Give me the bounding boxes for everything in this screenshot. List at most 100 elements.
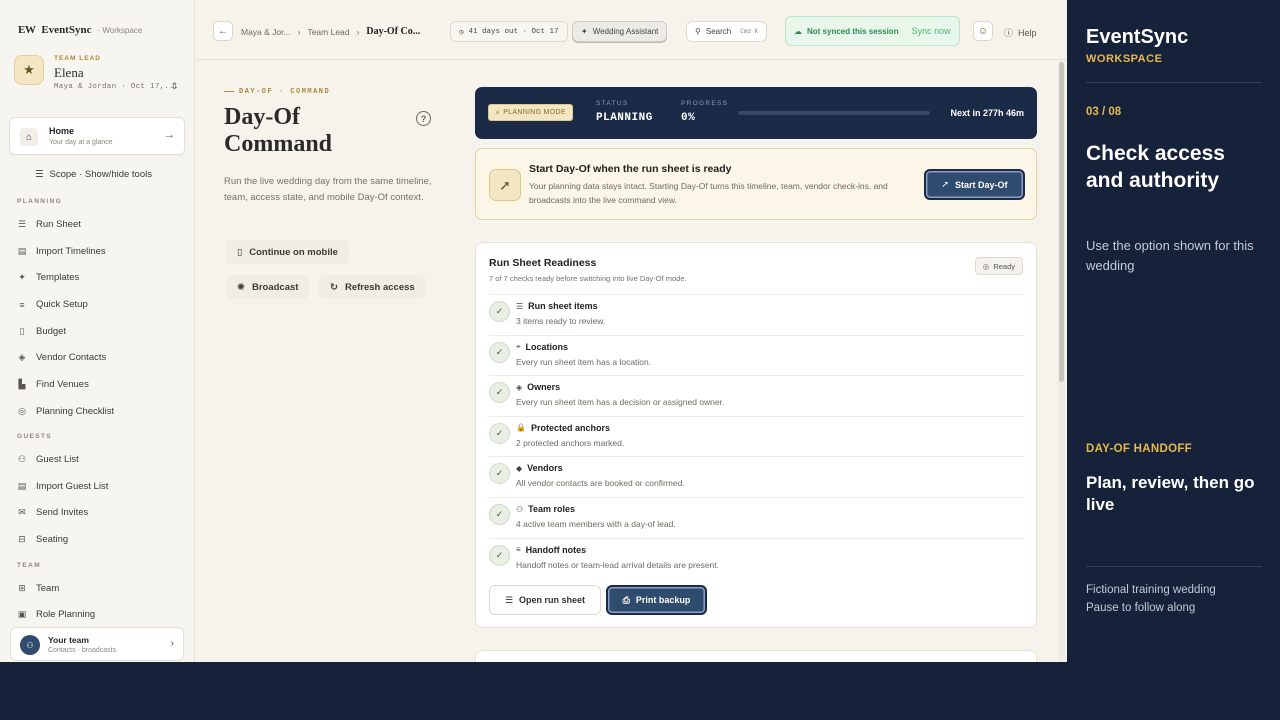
user-role: TEAM LEAD	[54, 55, 101, 62]
sidebar-item-budget[interactable]: ▯ Budget	[17, 326, 67, 337]
question-icon[interactable]: ?	[416, 111, 431, 126]
breadcrumb-team-lead[interactable]: Team Lead	[307, 27, 349, 37]
check-title: ☰ Run sheet items	[516, 301, 598, 311]
status-value: PLANNING	[596, 112, 653, 124]
nav-label: Quick Setup	[36, 299, 88, 310]
scrollbar-thumb[interactable]	[1059, 62, 1064, 382]
brand-name: EventSync	[41, 24, 92, 36]
shield-icon: ◆	[516, 463, 523, 473]
panel-divider	[1086, 82, 1262, 83]
sync-status: Not synced this session	[807, 26, 899, 36]
open-run-sheet-label: Open run sheet	[519, 595, 586, 605]
progress-label: PROGRESS	[681, 100, 729, 107]
list-icon: ☰	[17, 219, 27, 229]
help-icon: ⓘ	[1004, 28, 1014, 38]
wedding-label: Maya & Jordan · Oct 17,...	[54, 83, 179, 91]
breadcrumb-wedding[interactable]: Maya & Jor...	[241, 27, 291, 37]
users-icon: ⚇	[516, 504, 524, 514]
sidebar-item-templates[interactable]: ✦ Templates	[17, 272, 79, 283]
sidebar-item-team[interactable]: ⊞ Team	[17, 583, 59, 594]
countdown-chip: ◷ 41 days out · Oct 17	[450, 21, 568, 42]
section-label-team: TEAM	[17, 562, 42, 569]
help-button[interactable]: ⓘ Help	[1004, 26, 1037, 39]
nav-label: Import Guest List	[36, 481, 109, 492]
continue-on-mobile-button[interactable]: ▯ Continue on mobile	[226, 240, 349, 264]
section-label-planning: PLANNING	[17, 198, 63, 205]
sparkle-icon: ✦	[581, 27, 588, 36]
progress-bar	[738, 111, 930, 115]
tutorial-panel: EventSync WORKSPACE 03 / 08 Check access…	[1067, 0, 1280, 720]
check-description: Handoff notes or team-lead arrival detai…	[516, 559, 720, 570]
sidebar-item-find-venues[interactable]: ▙ Find Venues	[17, 379, 89, 390]
nav-label: Run Sheet	[36, 219, 81, 230]
check-icon: ✓	[489, 382, 510, 404]
nav-label: Budget	[36, 326, 67, 337]
breadcrumb-separator: ›	[297, 26, 301, 37]
start-button-label: Start Day-Of	[955, 179, 1008, 190]
nav-label: Templates	[36, 272, 80, 283]
nav-label: Guest List	[36, 454, 79, 465]
wedding-assistant-button[interactable]: ✦ Wedding Assistant	[572, 21, 668, 42]
team-card-subtitle: Contacts · broadcasts	[48, 647, 117, 654]
refresh-access-button[interactable]: ↻ Refresh access	[319, 275, 426, 299]
sidebar-item-import-guest-list[interactable]: ▤ Import Guest List	[17, 481, 109, 492]
print-backup-button[interactable]: ⎙ Print backup	[606, 585, 707, 615]
list-icon: ☰	[516, 301, 524, 311]
panel-title: EventSync	[1086, 26, 1189, 48]
sidebar-item-role-planning[interactable]: ▣ Role Planning	[17, 609, 95, 620]
top-bar: ← Maya & Jor... › Team Lead › Day-Of Co.…	[196, 0, 1067, 60]
swap-icon[interactable]: ⇕	[170, 81, 178, 92]
check-circle-icon: ◎	[982, 261, 990, 271]
back-button[interactable]: ←	[213, 21, 233, 41]
search-button[interactable]: ⚲ Search Cmd K	[686, 21, 768, 42]
check-title: ◆ Vendors	[516, 463, 563, 473]
sidebar-item-vendor-contacts[interactable]: ◈ Vendor Contacts	[17, 352, 107, 363]
sidebar: EW EventSync · Workspace ★ TEAM LEAD Ele…	[0, 0, 195, 662]
building-icon: ▙	[18, 379, 26, 389]
scope-toggle[interactable]: ☰ Scope · Show/hide tools	[35, 169, 152, 180]
refresh-label: Refresh access	[344, 281, 415, 293]
bottom-band	[0, 662, 1067, 720]
nav-label: Send Invites	[36, 507, 89, 518]
check-circle-icon: ◎	[18, 406, 26, 416]
breadcrumb: Maya & Jor... › Team Lead › Day-Of Co...	[241, 26, 420, 37]
sidebar-item-planning-checklist[interactable]: ◎ Planning Checklist	[17, 406, 114, 417]
check-icon: ✓	[489, 422, 510, 444]
sidebar-item-import-timelines[interactable]: ▤ Import Timelines	[17, 246, 106, 257]
start-day-of-button[interactable]: ➚ Start Day-Of	[924, 169, 1025, 200]
check-description: Every run sheet item has a decision or a…	[516, 397, 725, 408]
sidebar-item-send-invites[interactable]: ✉ Send Invites	[17, 507, 88, 518]
sync-now-button[interactable]: Sync now	[912, 26, 951, 36]
phone-icon: ▯	[237, 246, 243, 258]
next-card-peek	[475, 650, 1037, 662]
nav-label: Import Timelines	[36, 246, 106, 257]
list-icon: ☰	[504, 594, 514, 605]
badge-check-icon: ◈	[516, 382, 523, 392]
check-icon: ✓	[489, 341, 510, 363]
nav-label: Planning Checklist	[36, 406, 115, 417]
page-eyebrow: DAY-OF · COMMAND	[224, 88, 330, 96]
check-title-text: Team roles	[528, 504, 576, 514]
assistant-label: Wedding Assistant	[592, 27, 659, 36]
brand: EW EventSync · Workspace	[18, 24, 142, 36]
scope-label: Scope · Show/hide tools	[49, 169, 152, 180]
check-title: ⚇ Team roles	[516, 504, 575, 514]
mode-badge-label: PLANNING MODE	[503, 109, 566, 116]
check-title: ◈ Owners	[516, 382, 560, 392]
broadcast-button[interactable]: ✺ Broadcast	[226, 275, 310, 299]
sidebar-item-guest-list[interactable]: ⚇ Guest List	[17, 454, 79, 465]
check-title-text: Run sheet items	[528, 301, 598, 311]
open-run-sheet-button[interactable]: ☰ Open run sheet	[489, 585, 601, 615]
nav-label: Seating	[36, 534, 69, 545]
brand-logo: EW	[18, 24, 36, 36]
account-button[interactable]: ☺	[973, 21, 993, 41]
clock-icon: ◷	[459, 28, 464, 37]
sidebar-item-run-sheet[interactable]: ☰ Run Sheet	[17, 219, 81, 230]
your-team-card[interactable]: ⚇ Your team Contacts · broadcasts ›	[10, 627, 184, 661]
brand-workspace: · Workspace	[97, 25, 143, 35]
sidebar-item-seating[interactable]: ⊟ Seating	[17, 534, 68, 545]
sidebar-item-home[interactable]: ⌂ Home Your day at a glance →	[9, 117, 185, 155]
user-switcher[interactable]: ★ TEAM LEAD Elena Maya & Jordan · Oct 17…	[14, 52, 184, 96]
ready-badge: ◎ Ready	[974, 257, 1023, 275]
sidebar-item-quick-setup[interactable]: ≡ Quick Setup	[17, 299, 88, 310]
